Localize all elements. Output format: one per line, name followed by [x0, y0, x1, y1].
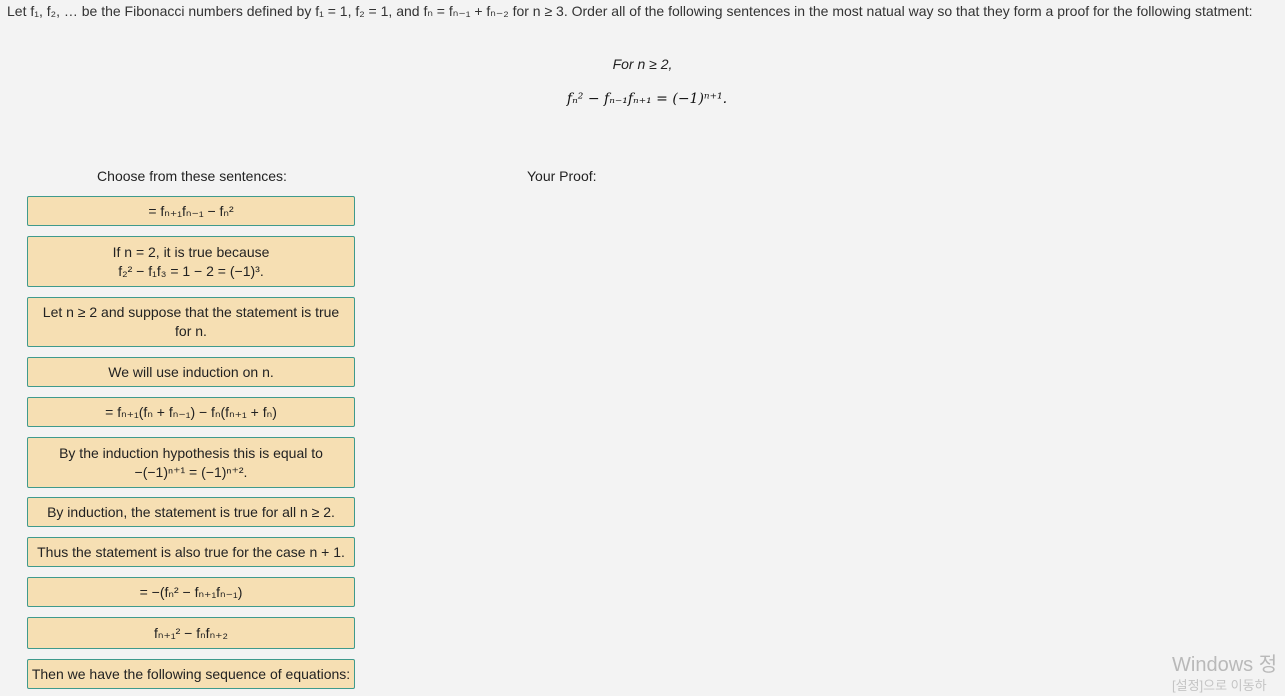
statement-condition-text: For n ≥ 2, [612, 56, 673, 72]
sentence-card-line: Then we have the following sequence of e… [31, 665, 351, 682]
page: Let f₁, f₂, … be the Fibonacci numbers d… [0, 0, 1285, 696]
sentence-card-line: By the induction hypothesis this is equa… [59, 444, 323, 461]
sentence-card-line: We will use induction on n. [108, 363, 274, 380]
sentence-card[interactable]: If n = 2, it is true because f₂² − f₁f₃ =… [27, 236, 355, 287]
sentence-card-line: = −(fₙ² − fₙ₊₁fₙ₋₁) [139, 583, 243, 600]
statement-equation-text: fₙ² − fₙ₋₁fₙ₊₁ = (−1)ⁿ⁺¹. [566, 91, 728, 107]
windows-activation-watermark-sub: [설정]으로 이동하 [1172, 678, 1267, 693]
sentence-card[interactable]: = fₙ₊₁fₙ₋₁ − fₙ² [27, 196, 355, 226]
sentence-card-line: −(−1)ⁿ⁺¹ = (−1)ⁿ⁺². [134, 463, 248, 480]
sentence-card[interactable]: By induction, the statement is true for … [27, 497, 355, 527]
statement-equation: fₙ² − fₙ₋₁fₙ₊₁ = (−1)ⁿ⁺¹. [0, 89, 1285, 109]
sentence-card-line: Let n ≥ 2 and suppose that the statement… [42, 304, 340, 320]
proof-heading: Your Proof: [527, 168, 597, 184]
problem-intro: Let f₁, f₂, … be the Fibonacci numbers d… [7, 2, 1277, 21]
sentence-card-line: Thus the statement is also true for the … [37, 543, 345, 560]
sentence-card[interactable]: Let n ≥ 2 and suppose that the statement… [27, 297, 355, 347]
statement-condition: For n ≥ 2, [0, 55, 1285, 73]
sentence-card[interactable]: By the induction hypothesis this is equa… [27, 437, 355, 488]
sentence-card[interactable]: Then we have the following sequence of e… [27, 659, 355, 689]
problem-intro-text: Let f₁, f₂, … be the Fibonacci numbers d… [7, 3, 1253, 19]
choices-heading: Choose from these sentences: [97, 168, 287, 184]
sentence-card-line: for n. [175, 323, 207, 339]
sentence-card-line: = fₙ₊₁(fₙ + fₙ₋₁) − fₙ(fₙ₊₁ + fₙ) [105, 403, 277, 420]
sentence-card-line: If n = 2, it is true because [112, 243, 270, 260]
sentence-card[interactable]: Thus the statement is also true for the … [27, 537, 355, 567]
sentence-card[interactable]: = −(fₙ² − fₙ₊₁fₙ₋₁) [27, 577, 355, 607]
sentence-card-line: By induction, the statement is true for … [47, 503, 335, 520]
sentence-card-line: fₙ₊₁² − fₙfₙ₊₂ [154, 624, 228, 641]
sentence-card[interactable]: fₙ₊₁² − fₙfₙ₊₂ [27, 617, 355, 649]
sentence-card-line: = fₙ₊₁fₙ₋₁ − fₙ² [148, 202, 234, 219]
sentence-card[interactable]: = fₙ₊₁(fₙ + fₙ₋₁) − fₙ(fₙ₊₁ + fₙ) [27, 397, 355, 427]
windows-activation-watermark: Windows 정 [1172, 654, 1278, 676]
sentence-card[interactable]: We will use induction on n. [27, 357, 355, 387]
sentence-card-line: f₂² − f₁f₃ = 1 − 2 = (−1)³. [118, 262, 264, 279]
proof-drop-area[interactable] [527, 196, 1147, 676]
